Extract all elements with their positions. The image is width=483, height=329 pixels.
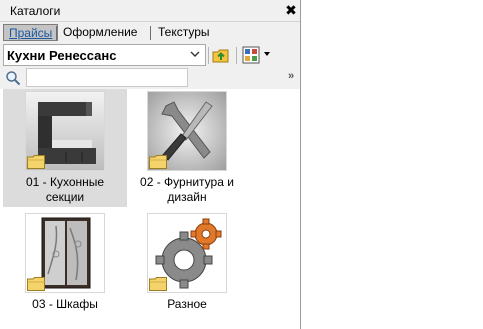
tab-divider bbox=[56, 26, 57, 40]
catalog-item-label-line1: Разное bbox=[167, 297, 207, 311]
tab-textures[interactable]: Текстуры bbox=[153, 24, 215, 41]
panel-title-bar: Каталоги ✖ bbox=[0, 0, 300, 22]
catalog-select[interactable]: Кухни Ренессанс bbox=[3, 44, 206, 66]
empty-canvas-area bbox=[302, 0, 483, 329]
tab-design[interactable]: Оформление bbox=[58, 24, 142, 41]
catalog-item-label-line2: секции bbox=[45, 190, 85, 204]
catalog-item-label: 03 - Шкафы bbox=[3, 297, 127, 312]
folder-icon bbox=[149, 277, 167, 291]
catalog-item-label: 01 - Кухонные секции bbox=[3, 175, 127, 205]
catalog-item-label-line2: дизайн bbox=[167, 190, 207, 204]
catalog-item-label-line1: 01 - Кухонные bbox=[25, 175, 105, 189]
catalog-item-label-line1: 03 - Шкафы bbox=[32, 297, 98, 311]
search-input[interactable] bbox=[26, 68, 188, 87]
catalogs-panel: Каталоги ✖ Прайсы Оформление Текстуры Ку… bbox=[0, 0, 301, 329]
tab-bar: Прайсы Оформление Текстуры bbox=[0, 22, 300, 43]
catalog-item-misc[interactable]: Разное bbox=[125, 211, 249, 329]
catalog-item-wardrobes[interactable]: 03 - Шкафы bbox=[3, 211, 127, 329]
tab-prices[interactable]: Прайсы bbox=[3, 24, 59, 41]
catalog-items-grid: 01 - Кухонные секции 02 - Фурнитура и ди… bbox=[0, 89, 300, 329]
panel-title: Каталоги bbox=[10, 4, 61, 18]
catalog-item-label: 02 - Фурнитура и дизайн bbox=[125, 175, 249, 205]
toolbar-divider bbox=[208, 47, 209, 64]
catalog-item-label-line1: 02 - Фурнитура и bbox=[140, 175, 234, 189]
view-dropdown-arrow-icon[interactable] bbox=[264, 52, 270, 56]
chevron-down-icon bbox=[190, 51, 200, 57]
expand-double-chevron-icon[interactable]: » bbox=[288, 70, 298, 82]
search-icon bbox=[6, 71, 21, 86]
close-icon[interactable]: ✖ bbox=[284, 2, 298, 18]
toolbar-divider bbox=[236, 47, 237, 64]
catalog-select-value: Кухни Ренессанс bbox=[7, 48, 117, 63]
view-mode-icon[interactable] bbox=[242, 46, 260, 64]
search-row: » bbox=[0, 67, 300, 89]
tab-divider bbox=[150, 26, 151, 40]
folder-icon bbox=[149, 155, 167, 169]
catalog-item-label: Разное bbox=[125, 297, 249, 312]
catalog-item-hardware-design[interactable]: 02 - Фурнитура и дизайн bbox=[125, 89, 249, 207]
catalog-item-kitchen-sections[interactable]: 01 - Кухонные секции bbox=[3, 89, 127, 207]
folder-up-icon[interactable] bbox=[212, 46, 230, 64]
folder-icon bbox=[27, 277, 45, 291]
toolbar: Кухни Ренессанс bbox=[0, 43, 300, 67]
folder-icon bbox=[27, 155, 45, 169]
